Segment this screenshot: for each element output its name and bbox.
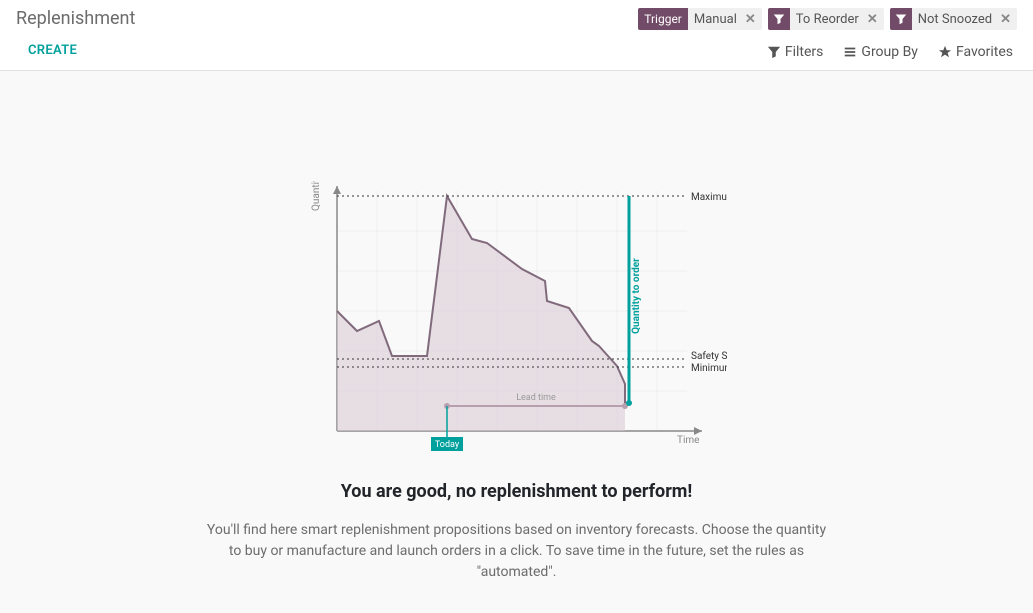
maximum-label: Maximum: [691, 192, 727, 203]
empty-state: Maximum Safety Stock Minimum Lead time Q…: [0, 71, 1033, 613]
funnel-icon: [768, 8, 790, 30]
facet-category: Trigger: [638, 8, 688, 30]
facet-to-reorder[interactable]: To Reorder ✕: [768, 8, 884, 30]
close-icon[interactable]: ✕: [998, 12, 1017, 27]
safety-stock-label: Safety Stock: [691, 350, 727, 362]
filters-button[interactable]: Filters: [767, 44, 824, 60]
x-axis-label: Time: [677, 435, 699, 446]
close-icon[interactable]: ✕: [865, 12, 884, 27]
funnel-icon: [767, 45, 781, 59]
favorites-label: Favorites: [956, 44, 1013, 60]
minimum-label: Minimum: [691, 363, 727, 374]
funnel-icon: [890, 8, 912, 30]
favorites-button[interactable]: Favorites: [938, 44, 1013, 60]
close-icon[interactable]: ✕: [743, 12, 762, 27]
facet-not-snoozed[interactable]: Not Snoozed ✕: [890, 8, 1017, 30]
today-label: Today: [434, 440, 459, 450]
facet-value: To Reorder: [790, 10, 865, 29]
empty-title: You are good, no replenishment to perfor…: [40, 481, 993, 502]
leadtime-label: Lead time: [516, 393, 556, 403]
y-axis-label: Quantity: [311, 181, 322, 211]
facet-trigger[interactable]: Trigger Manual ✕: [638, 8, 762, 30]
replenishment-chart: Maximum Safety Stock Minimum Lead time Q…: [307, 181, 727, 465]
page-title: Replenishment: [16, 8, 135, 29]
facet-value: Manual: [688, 10, 743, 29]
qty-order-label: Quantity to order: [631, 258, 642, 334]
empty-description: You'll find here smart replenishment pro…: [207, 520, 827, 583]
search-facets: Trigger Manual ✕ To Reorder ✕ Not Snooze…: [638, 8, 1017, 30]
groupby-button[interactable]: Group By: [843, 44, 918, 60]
facet-value: Not Snoozed: [912, 10, 998, 29]
filters-label: Filters: [785, 44, 824, 60]
list-icon: [843, 45, 857, 59]
star-icon: [938, 45, 952, 59]
groupby-label: Group By: [861, 44, 918, 60]
create-button[interactable]: CREATE: [28, 43, 135, 58]
